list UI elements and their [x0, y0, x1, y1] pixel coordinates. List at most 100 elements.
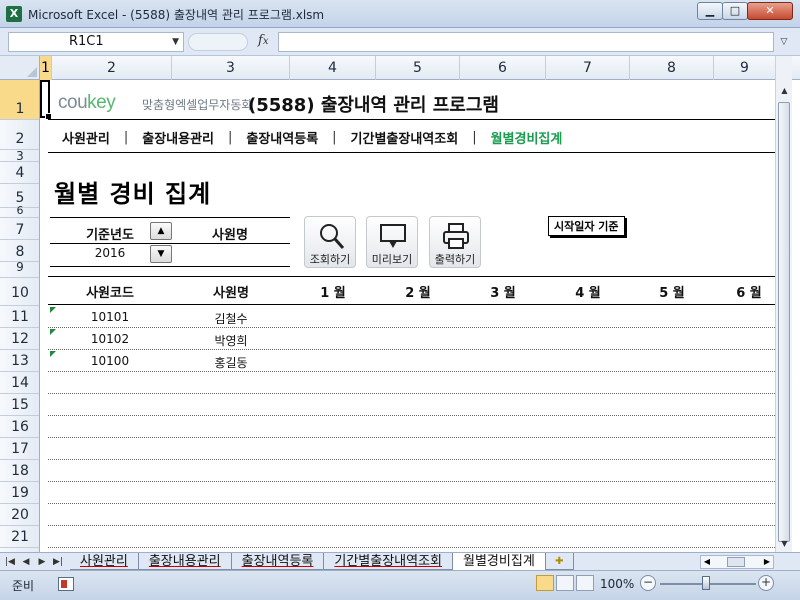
- row-header-14[interactable]: 14: [0, 372, 39, 394]
- row-header-9[interactable]: 9: [0, 261, 39, 278]
- row-header-17[interactable]: 17: [0, 438, 39, 460]
- active-cell-r1c1[interactable]: [40, 80, 52, 120]
- sheet-tabs: 사원관리 출장내용관리 출장내역등록 기간별출장내역조회 월별경비집계 ✚: [70, 553, 574, 571]
- row-header-4[interactable]: 4: [0, 162, 39, 184]
- worksheet-grid[interactable]: coukey 맞춤형엑셀업무자동화 (5588) 출장내역 관리 프로그램 사원…: [40, 80, 775, 552]
- table-cell-name[interactable]: 박영희: [172, 332, 290, 349]
- excel-icon[interactable]: X: [6, 6, 22, 22]
- maximize-button[interactable]: □: [722, 2, 748, 20]
- row-header-6[interactable]: 6: [0, 205, 39, 218]
- row-header-13[interactable]: 13: [0, 350, 39, 372]
- preview-button[interactable]: 미리보기: [366, 216, 418, 268]
- status-ready: 준비: [12, 579, 35, 593]
- row-header-18[interactable]: 18: [0, 460, 39, 482]
- scroll-left-icon[interactable]: ◀: [701, 556, 713, 568]
- zoom-level[interactable]: 100%: [600, 577, 634, 591]
- page-layout-view-button[interactable]: [556, 575, 574, 591]
- menu-item-trip-content[interactable]: 출장내용관리: [128, 128, 228, 147]
- menu-item-trip-register[interactable]: 출장내역등록: [232, 128, 332, 147]
- formula-bar: R1C1 ▼ fx ▽: [0, 28, 800, 56]
- horizontal-scrollbar[interactable]: ◀ ▶: [700, 555, 774, 569]
- table-row-line: [48, 415, 775, 416]
- table-cell-code[interactable]: 10102: [50, 332, 170, 346]
- table-row-line: [48, 437, 775, 438]
- monitor-icon: [380, 224, 406, 248]
- column-header-8[interactable]: 8: [630, 56, 714, 80]
- menu-divider: [48, 152, 775, 153]
- printer-icon: [443, 223, 469, 249]
- row-header-15[interactable]: 15: [0, 394, 39, 416]
- zoom-out-button[interactable]: −: [640, 575, 656, 591]
- expand-formula-icon[interactable]: ▽: [776, 32, 792, 52]
- row-header-10[interactable]: 10: [0, 278, 39, 306]
- row-header-11[interactable]: 11: [0, 306, 39, 328]
- chevron-down-icon[interactable]: ▼: [172, 33, 179, 51]
- last-sheet-icon[interactable]: ▶|: [52, 554, 64, 570]
- column-header-6[interactable]: 6: [460, 56, 546, 80]
- column-header-1[interactable]: 1: [40, 56, 52, 80]
- column-header-9[interactable]: 9: [714, 56, 775, 80]
- zoom-slider-thumb[interactable]: [702, 576, 710, 590]
- close-button[interactable]: ✕: [747, 2, 793, 20]
- row-header-20[interactable]: 20: [0, 504, 39, 526]
- column-header-7[interactable]: 7: [546, 56, 630, 80]
- table-header-month-1: 1 월: [320, 286, 346, 301]
- table-cell-name[interactable]: 김철수: [172, 310, 290, 327]
- print-button[interactable]: 출력하기: [429, 216, 481, 268]
- table-cell-code[interactable]: 10101: [50, 310, 170, 324]
- table-cell-code[interactable]: 10100: [50, 354, 170, 368]
- row-header-21[interactable]: 21: [0, 526, 39, 548]
- column-header-3[interactable]: 3: [172, 56, 290, 80]
- prev-sheet-icon[interactable]: ◀: [20, 554, 32, 570]
- sheet-tab-trip-content[interactable]: 출장내용관리: [138, 553, 232, 570]
- next-sheet-icon[interactable]: ▶: [36, 554, 48, 570]
- row-header-16[interactable]: 16: [0, 416, 39, 438]
- vertical-scrollbar[interactable]: ▲ ▼: [775, 56, 792, 552]
- column-header-5[interactable]: 5: [376, 56, 460, 80]
- row-header-2[interactable]: 2: [0, 120, 39, 150]
- page-break-view-button[interactable]: [576, 575, 594, 591]
- sheet-tab-employee[interactable]: 사원관리: [70, 553, 139, 570]
- table-header-month-5: 5 월: [659, 286, 685, 301]
- menu-item-monthly-expense[interactable]: 월별경비집계: [477, 128, 577, 147]
- row-header-12[interactable]: 12: [0, 328, 39, 350]
- column-header-4[interactable]: 4: [290, 56, 376, 80]
- scroll-up-icon[interactable]: ▲: [776, 82, 793, 99]
- name-box[interactable]: R1C1 ▼: [8, 32, 184, 52]
- row-header-7[interactable]: 7: [0, 218, 39, 240]
- insert-sheet-icon[interactable]: ✚: [545, 553, 574, 570]
- menu-item-period-search[interactable]: 기간별출장내역조회: [337, 128, 473, 147]
- column-header-2[interactable]: 2: [52, 56, 172, 80]
- sheet-tab-monthly-expense[interactable]: 월별경비집계: [453, 553, 546, 570]
- year-down-button[interactable]: ▼: [150, 245, 172, 263]
- scroll-right-icon[interactable]: ▶: [761, 556, 773, 568]
- vertical-scroll-thumb[interactable]: [778, 102, 790, 542]
- sheet-tab-trip-register[interactable]: 출장내역등록: [231, 553, 325, 570]
- row-header-8[interactable]: 8: [0, 240, 39, 262]
- minimize-button[interactable]: ▁: [697, 2, 723, 20]
- table-row-line: [48, 393, 775, 394]
- row-header-19[interactable]: 19: [0, 482, 39, 504]
- formula-input[interactable]: [278, 32, 774, 52]
- select-all-corner[interactable]: [0, 56, 40, 80]
- table-row-line: [48, 525, 775, 526]
- first-sheet-icon[interactable]: |◀: [4, 554, 16, 570]
- table-row-line: [48, 459, 775, 460]
- normal-view-button[interactable]: [536, 575, 554, 591]
- filter-bottom-line: [50, 266, 290, 267]
- scroll-down-icon[interactable]: ▼: [776, 535, 793, 552]
- column-header-bar: 1 2 3 4 5 6 7 8 9: [0, 56, 800, 80]
- table-cell-name[interactable]: 홍길동: [172, 354, 290, 371]
- row-header-3[interactable]: 3: [0, 150, 39, 162]
- search-button[interactable]: 조회하기: [304, 216, 356, 268]
- menu-item-employee[interactable]: 사원관리: [48, 128, 124, 147]
- zoom-in-button[interactable]: +: [758, 575, 774, 591]
- macro-record-icon[interactable]: [58, 577, 74, 591]
- insert-function-button[interactable]: fx: [258, 33, 268, 48]
- horizontal-scroll-thumb[interactable]: [727, 557, 745, 567]
- row-header-1[interactable]: 1: [0, 80, 39, 120]
- table-header-code: 사원코드: [86, 286, 134, 301]
- year-up-button[interactable]: ▲: [150, 222, 172, 240]
- sheet-tab-period-search[interactable]: 기간별출장내역조회: [324, 553, 454, 570]
- table-header-month-2: 2 월: [405, 286, 431, 301]
